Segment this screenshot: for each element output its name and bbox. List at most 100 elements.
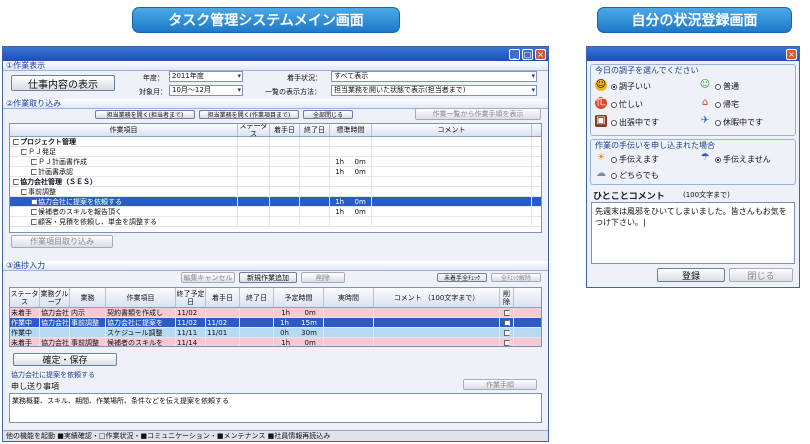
mood-busy[interactable]: 忙しい [611,99,643,110]
open-by-item-button[interactable]: 担当業務を開く(作業項目まで) [199,110,299,119]
mood-home[interactable]: 帰宅 [715,99,739,110]
year-label: 年度： [143,74,164,82]
register-button[interactable]: 登録 [657,268,725,282]
mood-vacation-label: 休暇中です [723,118,763,127]
minimize-icon[interactable]: _ [509,48,520,60]
task-row-time [330,187,372,196]
col-start: 着手日 [270,124,300,136]
task-row-comment [372,197,532,206]
mood-normal-label: 普通 [723,82,739,91]
close-all-button[interactable]: 全部閉じる [303,110,353,119]
selected-task-label: 協力会社に提案を依頼する [11,371,95,379]
progress-row[interactable]: 作業中 協力会社 事前調整 協力会社に提案を 11/02 11/02 1h 15m [10,318,541,328]
suitcase-icon: ▣ [595,115,607,127]
task-row-name: 顧客・見積を依頼し、単金を調整する [10,217,238,226]
progress-cell-end [240,308,274,317]
task-row[interactable]: 顧客・見積を依頼し、単金を調整する [10,217,541,227]
delete-checkbox[interactable] [500,338,514,346]
task-row-status [238,177,270,186]
progress-cell-due: 11/14 [176,338,206,346]
mood-vacation[interactable]: 休暇中です [715,117,763,128]
progress-cell-comment [374,308,500,317]
panel-close-icon[interactable]: × [786,48,797,60]
task-row-end [300,157,330,166]
progress-cell-biz: 内示 [70,308,106,317]
task-row[interactable]: プロジェクト管理 [10,137,541,147]
progress-row[interactable]: 作業中 スケジュール調整 11/11 11/01 0h 30m [10,328,541,338]
neutral-icon: ☺ [699,79,711,90]
task-row-status [238,207,270,216]
task-row-end [300,187,330,196]
task-row-start [270,137,300,146]
progress-cell-plan: 1h 15m [274,318,324,327]
status-label: 着手状況： [287,74,322,82]
task-row-status [238,147,270,156]
status-screen-banner: 自分の状況登録画面 [597,7,792,33]
task-row[interactable]: 協力会社管理（ＳＥＳ） [10,177,541,187]
progress-cell-item: 契約書類を作成し [106,308,176,317]
display-select[interactable]: 担当業務を開いた状態で表示(担当者まで) [331,85,537,96]
progress-cell-plan: 1h 0m [274,338,324,346]
pcol-end: 終了日 [240,288,274,307]
uncheck-all-button[interactable]: 全ﾁｪｯｸ解除 [491,273,541,282]
panel-close-button[interactable]: 閉じる [729,268,793,282]
year-select[interactable]: 2011年度 [169,71,243,82]
task-row[interactable]: 候補者のスキルを報告頂く 1h 0m [10,207,541,217]
task-row-start [270,177,300,186]
help-either[interactable]: どちらでも [611,170,659,181]
task-row-status [238,157,270,166]
comment-limit: (100文字まで) [683,191,730,199]
handover-textarea[interactable]: 業務概要、スキル、期間、作業場所、条件などを伝え提案を依頼する [9,393,542,423]
task-row[interactable]: ＰＪ計画書作成 1h 0m [10,157,541,167]
status-bar: 他の機能を起動 ■実績確認・□作業状況・■コミュニケーション・■メンテナンス ■… [3,430,548,441]
progress-grid: ステータス 業務グループ 業務 作業項目 終了予定日 着手日 終了日 予定時間 … [9,287,542,347]
pcol-group: 業務グループ [40,288,70,307]
help-yes-label: 手伝えます [619,155,659,164]
sun-icon: ☀ [596,152,606,163]
close-icon[interactable]: × [535,48,546,60]
maximize-icon[interactable]: □ [522,48,533,60]
main-titlebar: _ □ × [3,47,548,61]
mood-trip[interactable]: 出張中です [611,117,659,128]
comment-textarea[interactable]: 先週末は風邪をひいてしまいました。皆さんもお気をつけ下さい。| [591,202,795,264]
mood-normal[interactable]: 普通 [715,81,739,92]
task-row-name: 協力会社に提案を依頼する [10,197,238,206]
save-button[interactable]: 確定・保存 [13,353,117,366]
task-row-status [238,167,270,176]
show-procedure-button[interactable]: 作業一覧から作業手順を表示 [415,108,541,120]
open-by-assignee-button[interactable]: 担当業務を開く(担当者まで) [95,110,195,119]
task-row-name: 計画書承認 [10,167,238,176]
progress-row[interactable]: 未着手 協力会社 事前調整 候補者のスキルを 11/14 1h 0m [10,338,541,346]
help-no[interactable]: 手伝えません [715,154,771,165]
status-select[interactable]: すべて表示 [331,71,537,82]
progress-cell-end [240,338,274,346]
cancel-edit-button[interactable]: 編集キャンセル [181,272,235,283]
task-row[interactable]: 協力会社に提案を依頼する 1h 0m [10,197,541,207]
progress-row[interactable]: 未着手 協力会社 内示 契約書類を作成し 11/02 1h 0m [10,308,541,318]
check-all-unstarted-button[interactable]: 未着手全ﾁｪｯｸ [437,273,487,282]
help-yes[interactable]: 手伝えます [611,154,659,165]
task-row[interactable]: ＰＪ発足 [10,147,541,157]
procedure-button[interactable]: 作業手順 [463,379,537,390]
task-row-comment [372,177,532,186]
delete-checkbox[interactable] [500,308,514,317]
task-row-comment [372,157,532,166]
add-task-button[interactable]: 新規作業追加 [239,272,297,283]
task-row-end [300,167,330,176]
delete-checkbox[interactable] [500,328,514,337]
task-row[interactable]: 事前調整 [10,187,541,197]
import-items-button[interactable]: 作業項目取り込み [11,235,113,248]
mood-good-label: 調子いい [619,82,651,91]
task-row[interactable]: 計画書承認 1h 0m [10,167,541,177]
mood-good[interactable]: 調子いい [611,81,651,92]
task-row-time: 1h 0m [330,157,372,166]
period-select[interactable]: 10月〜12月 [169,85,243,96]
task-row-start [270,207,300,216]
delete-checkbox[interactable] [500,318,514,327]
main-screen-banner: タスク管理システムメイン画面 [132,7,400,33]
show-tasks-button[interactable]: 仕事内容の表示 [11,75,115,91]
task-row-start [270,167,300,176]
progress-cell-status: 作業中 [10,328,40,337]
task-row-name: ＰＪ発足 [10,147,238,156]
delete-button[interactable]: 削除 [301,272,345,283]
